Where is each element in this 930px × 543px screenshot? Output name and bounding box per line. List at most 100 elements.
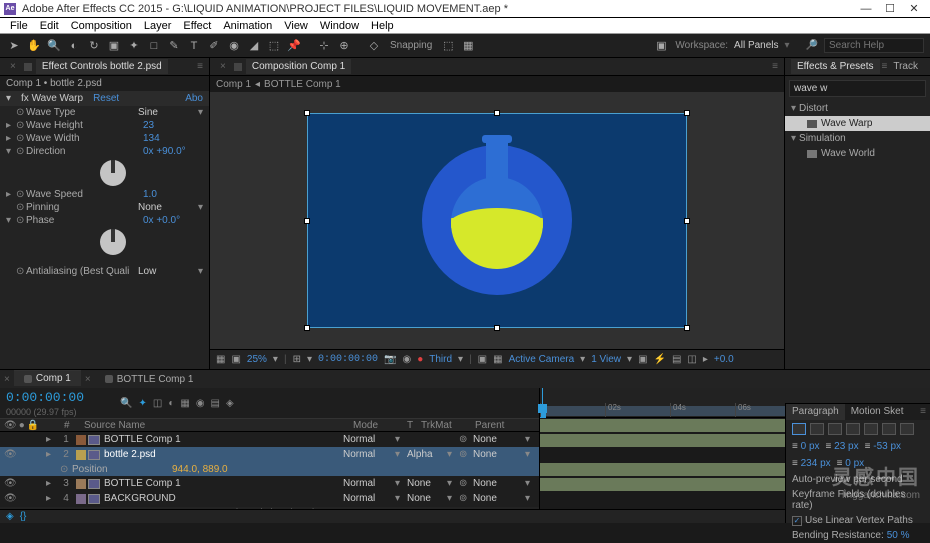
camera-tool-icon[interactable]: ▣ (106, 38, 122, 54)
justify-all-icon[interactable] (900, 423, 914, 435)
close-tab-icon[interactable]: × (216, 61, 230, 72)
indent-left[interactable]: 0 px (801, 441, 820, 452)
maximize-button[interactable]: ☐ (878, 2, 902, 15)
brush-tool-icon[interactable]: ✐ (206, 38, 222, 54)
wave-height-value[interactable]: 23 (143, 120, 203, 131)
space-before[interactable]: 234 px (801, 458, 831, 469)
menu-view[interactable]: View (278, 20, 314, 32)
layer-name[interactable]: BOTTLE Comp 1 (102, 478, 341, 489)
selection-tool-icon[interactable]: ➤ (6, 38, 22, 54)
wave-width-value[interactable]: 134 (143, 133, 203, 144)
search-layers-icon[interactable]: 🔍 (120, 398, 132, 409)
direction-value[interactable]: 0x +90.0° (143, 146, 203, 157)
zoom-tool-icon[interactable]: 🔍 (46, 38, 62, 54)
res-icon[interactable]: ⊞ (293, 354, 301, 365)
reset-link[interactable]: Reset (93, 93, 119, 104)
item-wave-world[interactable]: Wave World (785, 146, 930, 161)
layer-row[interactable]: 👁▸4BACKGROUNDNormal▾None▾⊚None▾ (0, 491, 539, 506)
shape-tool-icon[interactable]: □ (146, 38, 162, 54)
curly-icon[interactable]: {} (20, 511, 27, 522)
workspace-dropdown[interactable]: All Panels (734, 40, 778, 51)
layer-name[interactable]: bottle 2.psd (102, 449, 341, 460)
justify-center-icon[interactable] (864, 423, 878, 435)
transform-handle[interactable] (494, 110, 500, 116)
layer-name[interactable]: BACKGROUND (102, 493, 341, 504)
rotate-tool-icon[interactable]: ↻ (86, 38, 102, 54)
align-right-icon[interactable] (828, 423, 842, 435)
px-aspect-icon[interactable]: ▣ (638, 354, 647, 365)
hand-tool-icon[interactable]: ✋ (26, 38, 42, 54)
eye-icon[interactable]: 👁 (4, 493, 16, 504)
parent[interactable]: None (473, 449, 523, 460)
snap-opt-icon[interactable]: ⬚ (440, 38, 456, 54)
parent[interactable]: None (473, 478, 523, 489)
parent[interactable]: None (473, 434, 523, 445)
aa-value[interactable]: Low (138, 266, 198, 277)
cat-simulation[interactable]: Simulation (799, 133, 846, 144)
world-axis-icon[interactable]: ⊕ (336, 38, 352, 54)
stamp-tool-icon[interactable]: ◉ (226, 38, 242, 54)
blend-mode[interactable]: Normal (343, 434, 393, 445)
snapping-icon[interactable]: ◇ (366, 38, 382, 54)
pickwhip-icon[interactable]: ⊚ (459, 449, 471, 460)
puppet-tool-icon[interactable]: 📌 (286, 38, 302, 54)
brainstorm-icon[interactable]: ◈ (226, 398, 234, 409)
roi-icon[interactable]: ▣ (478, 354, 487, 365)
roto-tool-icon[interactable]: ⬚ (266, 38, 282, 54)
parent[interactable]: None (473, 493, 523, 504)
view-dropdown[interactable]: 1 View (591, 354, 621, 365)
resolution-dropdown[interactable]: Third (429, 354, 452, 365)
menu-composition[interactable]: Composition (65, 20, 138, 32)
minimize-button[interactable]: — (854, 3, 878, 15)
wave-speed-value[interactable]: 1.0 (143, 189, 203, 200)
effect-name[interactable]: fx Wave Warp (21, 93, 83, 104)
snapping-label[interactable]: Snapping (386, 40, 436, 51)
timeline-icon[interactable]: ▤ (672, 354, 681, 365)
panel-menu-icon[interactable]: ≡ (772, 61, 778, 72)
orbit-tool-icon[interactable]: ◐ (66, 38, 82, 54)
justify-left-icon[interactable] (846, 423, 860, 435)
render-icon[interactable]: ▸ (703, 354, 708, 365)
trkmat[interactable]: Alpha (407, 449, 445, 460)
position-value[interactable]: 944.0, 889.0 (172, 464, 228, 475)
snap-opt2-icon[interactable]: ▦ (460, 38, 476, 54)
motion-sketch-tab[interactable]: Motion Sket (845, 404, 910, 420)
exposure-value[interactable]: +0.0 (714, 354, 734, 365)
align-center-icon[interactable] (810, 423, 824, 435)
transform-handle[interactable] (684, 218, 690, 224)
col-trkmat[interactable]: TrkMat (421, 420, 471, 431)
transparency-icon[interactable]: ▦ (493, 354, 502, 365)
guides-icon[interactable]: ▣ (231, 354, 240, 365)
tracker-tab[interactable]: Track (887, 59, 924, 74)
motion-blur-icon[interactable]: ◉ (196, 398, 205, 409)
pinning-value[interactable]: None (138, 202, 198, 213)
effects-search-input[interactable] (790, 81, 930, 96)
timeline-timecode[interactable]: 0:00:00:00 (0, 388, 90, 407)
direction-dial[interactable] (100, 160, 126, 186)
menu-layer[interactable]: Layer (138, 20, 178, 32)
trkmat[interactable]: None (407, 493, 445, 504)
transform-handle[interactable] (304, 110, 310, 116)
pickwhip-icon[interactable]: ⊚ (459, 434, 471, 445)
snapshot-icon[interactable]: 📷 (384, 354, 396, 365)
layer-row[interactable]: 👁▸2bottle 2.psdNormal▾Alpha▾⊚None▾ (0, 447, 539, 462)
transform-handle[interactable] (494, 325, 500, 331)
composition-canvas[interactable] (307, 113, 687, 328)
eraser-tool-icon[interactable]: ◢ (246, 38, 262, 54)
phase-dial[interactable] (100, 229, 126, 255)
eye-col-icon[interactable]: 👁 (4, 420, 17, 431)
space-after[interactable]: 0 px (845, 458, 864, 469)
info-icon[interactable]: ◈ (6, 511, 14, 522)
fast-preview-icon[interactable]: ⚡ (654, 354, 666, 365)
blend-mode[interactable]: Normal (343, 493, 393, 504)
menu-effect[interactable]: Effect (177, 20, 217, 32)
blend-mode[interactable]: Normal (343, 478, 393, 489)
about-link[interactable]: Abo (185, 93, 203, 104)
transform-handle[interactable] (684, 325, 690, 331)
pen-tool-icon[interactable]: ✎ (166, 38, 182, 54)
type-tool-icon[interactable]: T (186, 38, 202, 54)
hide-shy-icon[interactable]: ◐ (168, 398, 174, 409)
transform-handle[interactable] (684, 110, 690, 116)
viewer-timecode[interactable]: 0:00:00:00 (318, 354, 378, 365)
property-row[interactable]: ⊙Position944.0, 889.0 (0, 462, 539, 476)
